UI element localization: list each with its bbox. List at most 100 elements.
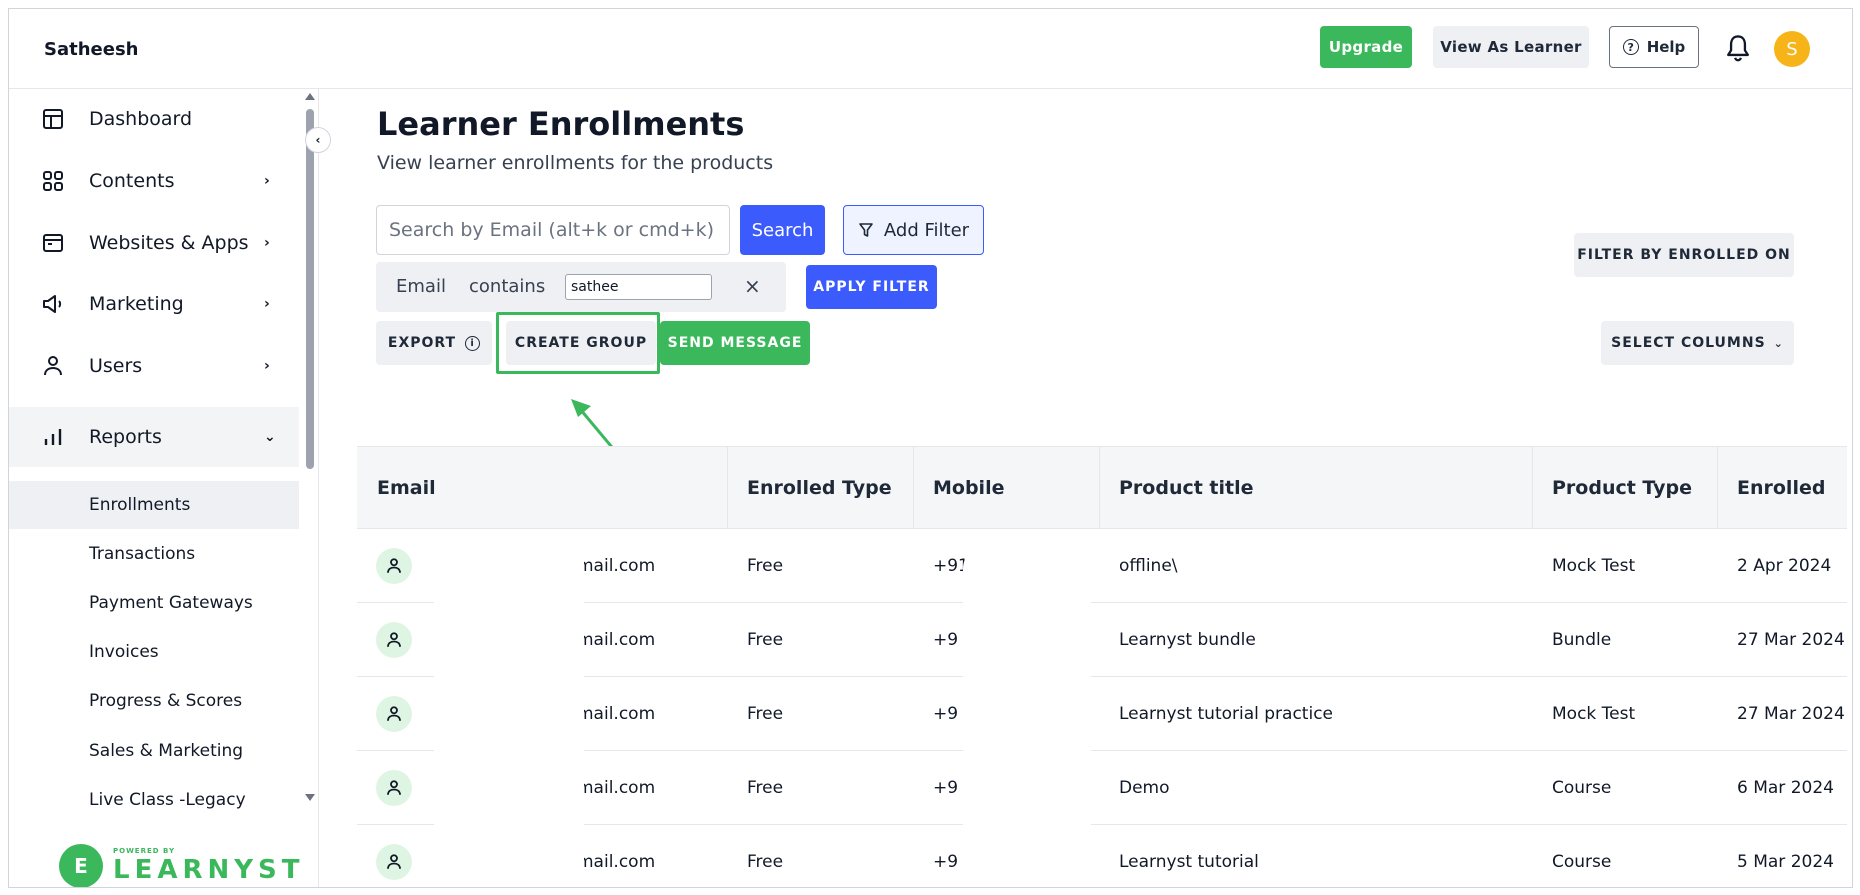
sidebar-item-label: Reports	[89, 426, 162, 448]
scroll-up-arrow-icon[interactable]	[305, 93, 315, 100]
sidebar-subitem-enrollments[interactable]: Enrollments	[9, 481, 299, 529]
cell-enrolled-type: Free	[747, 555, 784, 576]
scrollbar-thumb[interactable]	[306, 109, 314, 469]
cell-product-title: Demo	[1119, 777, 1170, 798]
cell-email[interactable]: mail.com	[577, 751, 655, 824]
cell-product-title: Learnyst tutorial practice	[1119, 703, 1334, 724]
cell-enrolled-type: Free	[747, 703, 784, 724]
view-as-learner-button[interactable]: View As Learner	[1433, 26, 1589, 68]
cell-product-type: Mock Test	[1552, 703, 1636, 724]
app-window: Satheesh Upgrade View As Learner ? Help …	[8, 8, 1853, 888]
column-header-enrolled[interactable]: Enrolled	[1737, 447, 1825, 528]
filter-field[interactable]: Email	[396, 276, 446, 297]
sidebar-subitem-sales-marketing[interactable]: Sales & Marketing	[9, 727, 299, 775]
cell-email[interactable]: mail.com	[577, 677, 655, 750]
sidebar: Dashboard Contents › Websites & Apps › M…	[9, 89, 319, 887]
export-button[interactable]: EXPORT i	[376, 321, 492, 365]
filter-operator[interactable]: contains	[469, 276, 545, 297]
cell-enrolled-type: Free	[747, 629, 784, 650]
learnyst-logo-icon: E	[59, 844, 103, 887]
brand-name: LEARNYST	[113, 855, 305, 885]
sidebar-item-label: Users	[89, 355, 143, 377]
sidebar-item-contents[interactable]: Contents ›	[9, 151, 299, 211]
help-icon: ?	[1622, 39, 1639, 55]
sidebar-item-label: Dashboard	[89, 108, 193, 130]
column-header-enrolled-type[interactable]: Enrolled Type	[747, 447, 892, 528]
chevron-right-icon: ›	[264, 358, 270, 374]
send-message-button[interactable]: SEND MESSAGE	[660, 321, 810, 365]
powered-by-label: POWERED BY	[113, 847, 176, 855]
help-label: Help	[1646, 38, 1686, 56]
select-columns-label: SELECT COLUMNS	[1611, 335, 1766, 351]
cell-enrolled-type: Free	[747, 777, 784, 798]
grid-icon	[43, 171, 63, 191]
cell-product-type: Course	[1552, 851, 1612, 872]
learner-avatar-icon	[376, 770, 412, 806]
select-columns-button[interactable]: SELECT COLUMNS ⌄	[1601, 321, 1794, 365]
org-name: Satheesh	[44, 39, 139, 60]
help-button[interactable]: ? Help	[1609, 26, 1699, 68]
cell-email[interactable]: mail.com	[577, 603, 655, 676]
apply-filter-button[interactable]: APPLY FILTER	[806, 265, 937, 309]
cell-product-title: Learnyst bundle	[1119, 629, 1256, 650]
cell-enrolled: 27 Mar 2024	[1737, 703, 1845, 724]
cell-email[interactable]: mail.com	[577, 529, 655, 602]
upgrade-button[interactable]: Upgrade	[1320, 26, 1412, 68]
sidebar-subitem-transactions[interactable]: Transactions	[9, 530, 299, 578]
top-bar: Satheesh Upgrade View As Learner ? Help …	[9, 9, 1852, 89]
cell-product-title: offline\	[1119, 555, 1178, 576]
create-group-button[interactable]: CREATE GROUP	[506, 321, 656, 365]
cell-product-title: Learnyst tutorial	[1119, 851, 1259, 872]
dashboard-icon	[43, 109, 63, 129]
sidebar-scrollbar[interactable]	[305, 89, 315, 809]
sidebar-item-users[interactable]: Users ›	[9, 336, 299, 396]
redaction-overlay	[963, 543, 1091, 887]
sidebar-item-label: Websites & Apps	[89, 232, 249, 254]
sidebar-item-label: Contents	[89, 170, 175, 192]
learner-avatar-icon	[376, 696, 412, 732]
filter-row: Email contains ×	[376, 262, 786, 312]
add-filter-label: Add Filter	[883, 219, 970, 241]
sidebar-subitem-live-class-legacy[interactable]: Live Class -Legacy	[9, 776, 299, 824]
column-header-product-title[interactable]: Product title	[1119, 447, 1254, 528]
info-icon[interactable]: i	[465, 335, 481, 351]
cell-enrolled: 6 Mar 2024	[1737, 777, 1834, 798]
sidebar-item-dashboard[interactable]: Dashboard	[9, 89, 299, 149]
page-subtitle: View learner enrollments for the product…	[377, 152, 774, 174]
sidebar-subitem-progress-scores[interactable]: Progress & Scores	[9, 677, 299, 725]
sidebar-item-websites-apps[interactable]: Websites & Apps ›	[9, 213, 299, 273]
learner-avatar-icon	[376, 548, 412, 584]
enrollments-table: Email Enrolled Type Mobile Product title…	[357, 446, 1847, 887]
page-title: Learner Enrollments	[377, 105, 745, 143]
chevron-right-icon: ›	[264, 235, 270, 251]
sidebar-subitem-invoices[interactable]: Invoices	[9, 628, 299, 676]
sidebar-item-reports[interactable]: Reports ⌄	[9, 407, 299, 467]
column-header-product-type[interactable]: Product Type	[1552, 447, 1692, 528]
cell-product-type: Mock Test	[1552, 555, 1636, 576]
table-header-row: Email Enrolled Type Mobile Product title…	[357, 447, 1847, 529]
search-input[interactable]	[376, 205, 730, 255]
cell-mobile: +9	[933, 851, 959, 872]
collapse-sidebar-button[interactable]: ‹	[305, 127, 331, 153]
cell-mobile: +9	[933, 777, 959, 798]
bar-chart-icon	[44, 429, 62, 445]
chevron-down-icon: ⌄	[1773, 336, 1784, 350]
powered-by-logo: E POWERED BY LEARNYST	[59, 844, 305, 887]
scroll-down-arrow-icon[interactable]	[305, 794, 315, 801]
user-avatar[interactable]: S	[1774, 31, 1810, 67]
cell-enrolled: 5 Mar 2024	[1737, 851, 1834, 872]
bell-icon[interactable]	[1724, 33, 1752, 63]
sidebar-subitem-payment-gateways[interactable]: Payment Gateways	[9, 579, 299, 627]
add-filter-button[interactable]: Add Filter	[843, 205, 984, 255]
user-icon	[44, 356, 62, 376]
sidebar-item-marketing[interactable]: Marketing ›	[9, 274, 299, 334]
filter-by-enrolled-on-button[interactable]: FILTER BY ENROLLED ON	[1574, 233, 1794, 277]
filter-value-input[interactable]	[565, 274, 712, 300]
sidebar-item-label: Marketing	[89, 293, 184, 315]
cell-product-type: Course	[1552, 777, 1612, 798]
cell-email[interactable]: mail.com	[577, 825, 655, 887]
column-header-mobile[interactable]: Mobile	[933, 447, 1004, 528]
remove-filter-icon[interactable]: ×	[744, 274, 761, 298]
search-button[interactable]: Search	[740, 205, 825, 255]
column-header-email[interactable]: Email	[377, 447, 436, 528]
